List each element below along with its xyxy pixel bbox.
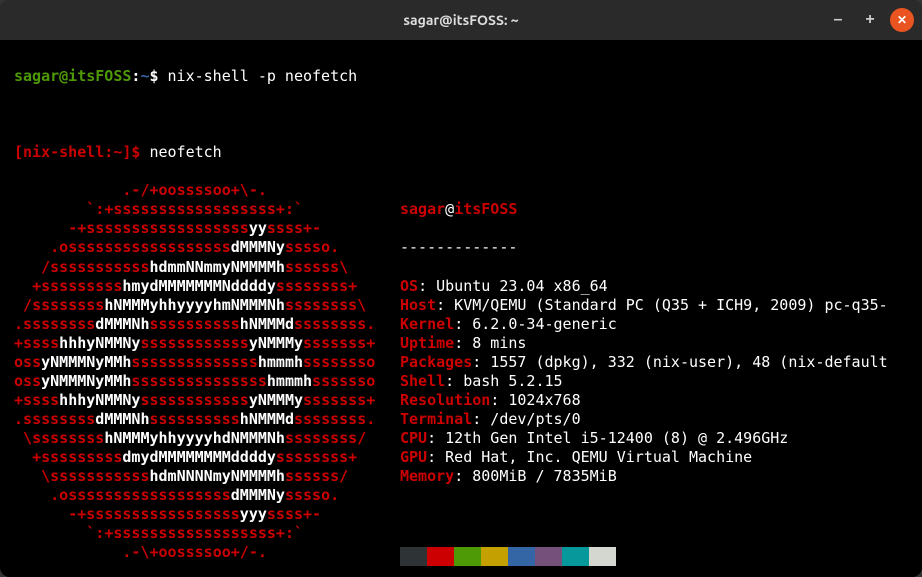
info-value: : KVM/QEMU (Standard PC (Q35 + ICH9, 200… xyxy=(436,296,888,314)
info-label: Packages xyxy=(400,353,472,371)
window-title: sagar@itsFOSS: ~ xyxy=(403,12,518,28)
info-label: Memory xyxy=(400,467,454,485)
info-row: Resolution: 1024x768 xyxy=(400,391,908,410)
color-swatches-row-1 xyxy=(400,547,908,566)
info-label: Shell xyxy=(400,372,445,390)
info-row: Shell: bash 5.2.15 xyxy=(400,372,908,391)
info-value: : bash 5.2.15 xyxy=(445,372,562,390)
info-value: : 1024x768 xyxy=(490,391,580,409)
info-row: Host: KVM/QEMU (Standard PC (Q35 + ICH9,… xyxy=(400,296,908,315)
info-row: Memory: 800MiB / 7835MiB xyxy=(400,467,908,486)
nix-prompt: [nix-shell:~]$ xyxy=(14,143,140,161)
blank-line xyxy=(14,105,908,124)
info-label: Terminal xyxy=(400,410,472,428)
info-value: : 6.2.0-34-generic xyxy=(454,315,617,333)
color-swatch xyxy=(481,547,508,566)
info-at: @ xyxy=(445,200,454,218)
info-host: itsFOSS xyxy=(454,200,517,218)
info-label: Uptime xyxy=(400,334,454,352)
info-dashes: ------------- xyxy=(400,238,908,257)
titlebar: sagar@itsFOSS: ~ – + ✕ xyxy=(0,0,922,40)
distro-logo: .-/+oossssoo+\-. `:+ssssssssssssssssss+:… xyxy=(14,181,400,577)
prompt-user: sagar@itsFOSS xyxy=(14,67,131,85)
info-label: Kernel xyxy=(400,315,454,333)
window-controls: – + ✕ xyxy=(826,8,914,32)
info-row: OS: Ubuntu 23.04 x86_64 xyxy=(400,277,908,296)
system-info: sagar@itsFOSS ------------- OS: Ubuntu 2… xyxy=(400,181,908,577)
minimize-button[interactable]: – xyxy=(826,8,850,32)
neofetch-output: .-/+oossssoo+\-. `:+ssssssssssssssssss+:… xyxy=(14,181,908,577)
info-value: : /dev/pts/0 xyxy=(472,410,580,428)
color-swatch xyxy=(562,547,589,566)
info-header: sagar@itsFOSS xyxy=(400,200,908,219)
info-label: CPU xyxy=(400,429,427,447)
info-value: : Red Hat, Inc. QEMU Virtual Machine xyxy=(427,448,752,466)
info-value: : 800MiB / 7835MiB xyxy=(454,467,617,485)
prompt-symbol: $ xyxy=(149,67,158,85)
info-label: GPU xyxy=(400,448,427,466)
info-value: : 1557 (dpkg), 332 (nix-user), 48 (nix-d… xyxy=(472,353,887,371)
color-swatch xyxy=(454,547,481,566)
info-row: Packages: 1557 (dpkg), 332 (nix-user), 4… xyxy=(400,353,908,372)
info-label: OS xyxy=(400,277,418,295)
info-row: GPU: Red Hat, Inc. QEMU Virtual Machine xyxy=(400,448,908,467)
color-swatch xyxy=(400,547,427,566)
info-label: Host xyxy=(400,296,436,314)
prompt-line-1: sagar@itsFOSS:~$ nix-shell -p neofetch xyxy=(14,67,908,86)
command-2: neofetch xyxy=(149,143,221,161)
info-user: sagar xyxy=(400,200,445,218)
blank-line xyxy=(400,505,908,524)
color-swatch xyxy=(508,547,535,566)
color-swatch xyxy=(535,547,562,566)
info-row: CPU: 12th Gen Intel i5-12400 (8) @ 2.496… xyxy=(400,429,908,448)
terminal-window: sagar@itsFOSS: ~ – + ✕ sagar@itsFOSS:~$ … xyxy=(0,0,922,577)
info-row: Uptime: 8 mins xyxy=(400,334,908,353)
info-value: : 12th Gen Intel i5-12400 (8) @ 2.496GHz xyxy=(427,429,788,447)
prompt-line-2: [nix-shell:~]$ neofetch xyxy=(14,143,908,162)
maximize-button[interactable]: + xyxy=(858,8,882,32)
close-button[interactable]: ✕ xyxy=(890,8,914,32)
terminal-body[interactable]: sagar@itsFOSS:~$ nix-shell -p neofetch [… xyxy=(0,40,922,577)
color-swatch xyxy=(427,547,454,566)
command-1: nix-shell -p neofetch xyxy=(168,67,358,85)
info-row: Terminal: /dev/pts/0 xyxy=(400,410,908,429)
info-value: : Ubuntu 23.04 x86_64 xyxy=(418,277,608,295)
color-swatch xyxy=(589,547,616,566)
info-value: : 8 mins xyxy=(454,334,526,352)
info-row: Kernel: 6.2.0-34-generic xyxy=(400,315,908,334)
info-label: Resolution xyxy=(400,391,490,409)
